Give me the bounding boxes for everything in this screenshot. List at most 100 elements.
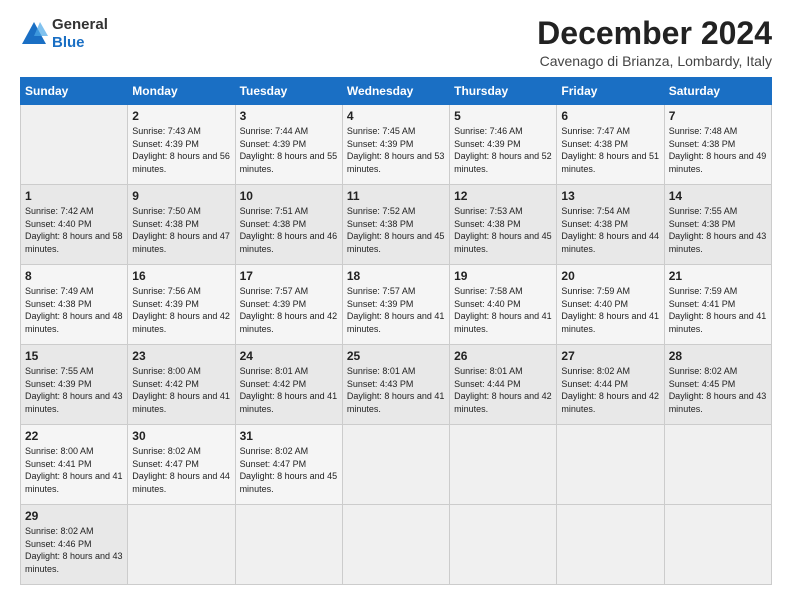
day-number: 21 bbox=[669, 269, 767, 283]
day-info: Sunrise: 7:46 AMSunset: 4:39 PMDaylight:… bbox=[454, 125, 552, 175]
calendar-table: Sunday Monday Tuesday Wednesday Thursday… bbox=[20, 77, 772, 585]
day-info: Sunrise: 8:00 AMSunset: 4:42 PMDaylight:… bbox=[132, 365, 230, 415]
day-number: 30 bbox=[132, 429, 230, 443]
table-row: 5Sunrise: 7:46 AMSunset: 4:39 PMDaylight… bbox=[450, 105, 557, 185]
calendar-row: 1Sunrise: 7:42 AMSunset: 4:40 PMDaylight… bbox=[21, 185, 772, 265]
day-number: 8 bbox=[25, 269, 123, 283]
table-row: 29Sunrise: 8:02 AMSunset: 4:46 PMDayligh… bbox=[21, 505, 128, 585]
calendar-body: 2 Sunrise: 7:43 AMSunset: 4:39 PMDaylight… bbox=[21, 105, 772, 585]
location: Cavenago di Brianza, Lombardy, Italy bbox=[537, 53, 772, 69]
table-row: 24Sunrise: 8:01 AMSunset: 4:42 PMDayligh… bbox=[235, 345, 342, 425]
table-row bbox=[557, 425, 664, 505]
day-info: Sunrise: 7:43 AMSunset: 4:39 PMDaylight:… bbox=[132, 125, 230, 175]
table-row: 7Sunrise: 7:48 AMSunset: 4:38 PMDaylight… bbox=[664, 105, 771, 185]
col-saturday: Saturday bbox=[664, 78, 771, 105]
logo: General Blue bbox=[20, 16, 108, 52]
table-row bbox=[450, 425, 557, 505]
day-number: 13 bbox=[561, 189, 659, 203]
col-friday: Friday bbox=[557, 78, 664, 105]
day-number: 19 bbox=[454, 269, 552, 283]
logo-icon bbox=[20, 20, 48, 48]
day-number: 9 bbox=[132, 189, 230, 203]
main-container: General Blue December 2024 Cavenago di B… bbox=[0, 0, 792, 595]
day-number: 10 bbox=[240, 189, 338, 203]
day-info: Sunrise: 7:57 AMSunset: 4:39 PMDaylight:… bbox=[240, 285, 338, 335]
day-number: 20 bbox=[561, 269, 659, 283]
table-row bbox=[21, 105, 128, 185]
table-row bbox=[235, 505, 342, 585]
day-info: Sunrise: 7:54 AMSunset: 4:38 PMDaylight:… bbox=[561, 205, 659, 255]
day-number: 31 bbox=[240, 429, 338, 443]
table-row: 31 Sunrise: 8:02 AMSunset: 4:47 PMDayligh… bbox=[235, 425, 342, 505]
table-row bbox=[342, 505, 449, 585]
table-row: 2 Sunrise: 7:43 AMSunset: 4:39 PMDaylight… bbox=[128, 105, 235, 185]
day-number: 7 bbox=[669, 109, 767, 123]
calendar-row: 29Sunrise: 8:02 AMSunset: 4:46 PMDayligh… bbox=[21, 505, 772, 585]
day-number: 1 bbox=[25, 189, 123, 203]
table-row bbox=[128, 505, 235, 585]
day-info: Sunrise: 8:02 AMSunset: 4:44 PMDaylight:… bbox=[561, 365, 659, 415]
day-info: Sunrise: 7:50 AMSunset: 4:38 PMDaylight:… bbox=[132, 205, 230, 255]
day-number: 18 bbox=[347, 269, 445, 283]
calendar-row: 22Sunrise: 8:00 AMSunset: 4:41 PMDayligh… bbox=[21, 425, 772, 505]
title-block: December 2024 Cavenago di Brianza, Lomba… bbox=[537, 16, 772, 69]
calendar-header: Sunday Monday Tuesday Wednesday Thursday… bbox=[21, 78, 772, 105]
header-row: Sunday Monday Tuesday Wednesday Thursday… bbox=[21, 78, 772, 105]
day-info: Sunrise: 7:57 AMSunset: 4:39 PMDaylight:… bbox=[347, 285, 445, 335]
day-info: Sunrise: 7:56 AMSunset: 4:39 PMDaylight:… bbox=[132, 285, 230, 335]
day-info: Sunrise: 8:02 AMSunset: 4:47 PMDaylight:… bbox=[240, 445, 338, 495]
day-info: Sunrise: 7:59 AMSunset: 4:41 PMDaylight:… bbox=[669, 285, 767, 335]
table-row: 14Sunrise: 7:55 AMSunset: 4:38 PMDayligh… bbox=[664, 185, 771, 265]
table-row: 17Sunrise: 7:57 AMSunset: 4:39 PMDayligh… bbox=[235, 265, 342, 345]
day-info: Sunrise: 7:51 AMSunset: 4:38 PMDaylight:… bbox=[240, 205, 338, 255]
col-sunday: Sunday bbox=[21, 78, 128, 105]
table-row bbox=[557, 505, 664, 585]
day-number: 2 bbox=[132, 109, 230, 123]
col-tuesday: Tuesday bbox=[235, 78, 342, 105]
calendar-row: 2 Sunrise: 7:43 AMSunset: 4:39 PMDaylight… bbox=[21, 105, 772, 185]
day-info: Sunrise: 7:55 AMSunset: 4:38 PMDaylight:… bbox=[669, 205, 767, 255]
day-number: 23 bbox=[132, 349, 230, 363]
table-row: 3Sunrise: 7:44 AMSunset: 4:39 PMDaylight… bbox=[235, 105, 342, 185]
day-info: Sunrise: 8:01 AMSunset: 4:42 PMDaylight:… bbox=[240, 365, 338, 415]
table-row: 22Sunrise: 8:00 AMSunset: 4:41 PMDayligh… bbox=[21, 425, 128, 505]
table-row: 11 Sunrise: 7:52 AMSunset: 4:38 PMDayligh… bbox=[342, 185, 449, 265]
table-row: 9 Sunrise: 7:50 AMSunset: 4:38 PMDaylight… bbox=[128, 185, 235, 265]
calendar-row: 15Sunrise: 7:55 AMSunset: 4:39 PMDayligh… bbox=[21, 345, 772, 425]
day-info: Sunrise: 7:49 AMSunset: 4:38 PMDaylight:… bbox=[25, 285, 123, 335]
day-number: 16 bbox=[132, 269, 230, 283]
day-info: Sunrise: 7:45 AMSunset: 4:39 PMDaylight:… bbox=[347, 125, 445, 175]
table-row bbox=[664, 425, 771, 505]
table-row: 26 Sunrise: 8:01 AMSunset: 4:44 PMDayligh… bbox=[450, 345, 557, 425]
table-row: 10 Sunrise: 7:51 AMSunset: 4:38 PMDayligh… bbox=[235, 185, 342, 265]
table-row: 8 Sunrise: 7:49 AMSunset: 4:38 PMDaylight… bbox=[21, 265, 128, 345]
day-info: Sunrise: 7:52 AMSunset: 4:38 PMDaylight:… bbox=[347, 205, 445, 255]
table-row: 16 Sunrise: 7:56 AMSunset: 4:39 PMDayligh… bbox=[128, 265, 235, 345]
day-number: 11 bbox=[347, 189, 445, 203]
day-number: 27 bbox=[561, 349, 659, 363]
day-number: 4 bbox=[347, 109, 445, 123]
day-number: 12 bbox=[454, 189, 552, 203]
table-row: 6Sunrise: 7:47 AMSunset: 4:38 PMDaylight… bbox=[557, 105, 664, 185]
day-info: Sunrise: 8:02 AMSunset: 4:47 PMDaylight:… bbox=[132, 445, 230, 495]
day-info: Sunrise: 8:01 AMSunset: 4:43 PMDaylight:… bbox=[347, 365, 445, 415]
day-info: Sunrise: 7:44 AMSunset: 4:39 PMDaylight:… bbox=[240, 125, 338, 175]
table-row bbox=[342, 425, 449, 505]
day-info: Sunrise: 7:59 AMSunset: 4:40 PMDaylight:… bbox=[561, 285, 659, 335]
day-info: Sunrise: 7:53 AMSunset: 4:38 PMDaylight:… bbox=[454, 205, 552, 255]
day-number: 6 bbox=[561, 109, 659, 123]
day-number: 28 bbox=[669, 349, 767, 363]
table-row: 12 Sunrise: 7:53 AMSunset: 4:38 PMDayligh… bbox=[450, 185, 557, 265]
day-info: Sunrise: 8:02 AMSunset: 4:45 PMDaylight:… bbox=[669, 365, 767, 415]
table-row: 25Sunrise: 8:01 AMSunset: 4:43 PMDayligh… bbox=[342, 345, 449, 425]
logo-text: General Blue bbox=[52, 16, 108, 52]
table-row: 4 Sunrise: 7:45 AMSunset: 4:39 PMDaylight… bbox=[342, 105, 449, 185]
day-info: Sunrise: 7:58 AMSunset: 4:40 PMDaylight:… bbox=[454, 285, 552, 335]
day-number: 22 bbox=[25, 429, 123, 443]
table-row bbox=[450, 505, 557, 585]
day-number: 26 bbox=[454, 349, 552, 363]
table-row: 27 Sunrise: 8:02 AMSunset: 4:44 PMDayligh… bbox=[557, 345, 664, 425]
day-info: Sunrise: 8:01 AMSunset: 4:44 PMDaylight:… bbox=[454, 365, 552, 415]
table-row bbox=[664, 505, 771, 585]
col-thursday: Thursday bbox=[450, 78, 557, 105]
